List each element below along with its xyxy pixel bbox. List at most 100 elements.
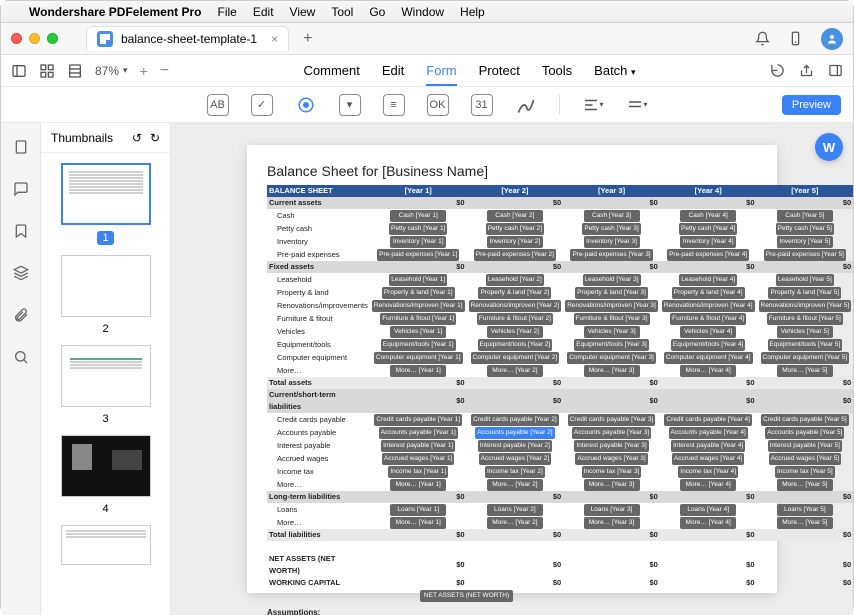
form-field[interactable]: Property & land [Year 1] [382, 287, 455, 299]
date-tool[interactable]: 31 [471, 94, 493, 116]
form-field[interactable]: More… [Year 5] [777, 365, 833, 377]
form-field[interactable]: Accrued wages [Year 1] [382, 453, 454, 465]
form-field[interactable]: Cash [Year 3] [584, 210, 640, 222]
form-field[interactable]: Income tax [Year 1] [388, 466, 448, 478]
thumbnail-page-5[interactable] [61, 525, 151, 565]
form-field[interactable]: Renovations/improven [Year 1] [372, 300, 465, 312]
form-field[interactable]: Petty cash [Year 1] [389, 223, 447, 235]
form-field[interactable]: Furniture & fitout [Year 3] [574, 313, 650, 325]
form-field[interactable]: Interest payable [Year 3] [574, 440, 648, 452]
grid-view-icon[interactable] [39, 63, 55, 79]
form-field[interactable]: Furniture & fitout [Year 1] [380, 313, 456, 325]
tab-edit[interactable]: Edit [382, 63, 404, 78]
rail-bookmark-icon[interactable] [11, 221, 31, 241]
form-field[interactable]: Accrued wages [Year 4] [672, 453, 744, 465]
form-field[interactable]: Equipment/tools [Year 4] [671, 339, 746, 351]
form-field[interactable]: Pre-paid expenses [Year 3] [570, 249, 652, 261]
form-field[interactable]: Loans [Year 4] [680, 504, 736, 516]
form-field[interactable]: More… [Year 2] [487, 365, 543, 377]
thumbnail-page-2[interactable] [61, 255, 151, 317]
form-field[interactable]: Accrued wages [Year 3] [575, 453, 647, 465]
form-field[interactable]: Credit cards payable [Year 2] [471, 414, 559, 426]
form-field[interactable]: Income tax [Year 5] [775, 466, 835, 478]
form-field[interactable]: Petty cash [Year 3] [582, 223, 640, 235]
dropdown-tool[interactable]: ▾ [339, 94, 361, 116]
maximize-window[interactable] [47, 33, 58, 44]
form-field[interactable]: Inventory [Year 2] [487, 236, 543, 248]
form-field[interactable]: More… [Year 4] [680, 517, 736, 529]
menu-window[interactable]: Window [401, 5, 444, 19]
form-field[interactable]: Interest payable [Year 5] [768, 440, 842, 452]
rail-layers-icon[interactable] [11, 263, 31, 283]
panel-icon[interactable] [828, 63, 843, 78]
form-field[interactable]: Petty cash [Year 4] [679, 223, 737, 235]
new-tab-button[interactable]: + [297, 30, 318, 48]
form-field[interactable]: Income tax [Year 3] [582, 466, 642, 478]
signature-tool[interactable] [515, 94, 537, 116]
form-field[interactable]: Vehicles [Year 2] [487, 326, 543, 338]
align-tool[interactable]: ▾ [582, 94, 604, 116]
form-field[interactable]: Pre-paid expenses [Year 4] [667, 249, 749, 261]
form-field[interactable]: More… [Year 2] [487, 479, 543, 491]
form-field[interactable]: Renovations/improven [Year 5] [759, 300, 852, 312]
form-field[interactable]: Pre-paid expenses [Year 2] [474, 249, 556, 261]
checkbox-tool[interactable]: ✓ [251, 94, 273, 116]
form-field[interactable]: More… [Year 4] [680, 479, 736, 491]
tab-tools[interactable]: Tools [542, 63, 572, 78]
form-field[interactable]: Property & land [Year 5] [768, 287, 841, 299]
rotate-right-icon[interactable]: ↻ [150, 131, 160, 145]
form-field[interactable]: Leasehold [Year 4] [679, 274, 737, 286]
document-canvas[interactable]: W Balance Sheet for [Business Name] BALA… [171, 123, 853, 615]
form-field[interactable]: Computer equipment [Year 5] [761, 352, 850, 364]
tab-protect[interactable]: Protect [479, 63, 520, 78]
form-field[interactable]: Renovations/improven [Year 4] [662, 300, 755, 312]
form-field[interactable]: More… [Year 1] [390, 517, 446, 529]
word-export-button[interactable]: W [815, 133, 843, 161]
form-field[interactable]: Leasehold [Year 3] [583, 274, 641, 286]
form-field[interactable]: Leasehold [Year 1] [389, 274, 447, 286]
tab-form[interactable]: Form [426, 63, 456, 86]
net-assets-field[interactable]: NET ASSETS (NET WORTH) [420, 590, 513, 602]
form-field[interactable]: More… [Year 2] [487, 517, 543, 529]
zoom-control[interactable]: 87% ▾ [95, 64, 128, 78]
form-field[interactable]: Accounts payable [Year 2] [475, 427, 554, 439]
form-field[interactable]: More… [Year 1] [390, 365, 446, 377]
text-field-tool[interactable]: AB [207, 94, 229, 116]
form-field[interactable]: Equipment/tools [Year 1] [381, 339, 456, 351]
form-field[interactable]: Computer equipment [Year 1] [374, 352, 463, 364]
form-field[interactable]: Furniture & fitout [Year 2] [477, 313, 553, 325]
form-field[interactable]: Renovations/improven [Year 2] [469, 300, 562, 312]
form-field[interactable]: Credit cards payable [Year 4] [664, 414, 752, 426]
form-field[interactable]: Petty cash [Year 2] [486, 223, 544, 235]
form-field[interactable]: Pre-paid expenses [Year 5] [764, 249, 846, 261]
form-field[interactable]: Equipment/tools [Year 2] [478, 339, 553, 351]
form-field[interactable]: Property & land [Year 2] [478, 287, 551, 299]
form-field[interactable]: Accounts payable [Year 5] [765, 427, 844, 439]
form-field[interactable]: Vehicles [Year 3] [584, 326, 640, 338]
rotate-left-icon[interactable]: ↺ [132, 131, 142, 145]
form-field[interactable]: Pre-paid expenses [Year 1] [377, 249, 459, 261]
form-field[interactable]: Income tax [Year 4] [678, 466, 738, 478]
form-field[interactable]: Loans [Year 2] [487, 504, 543, 516]
form-field[interactable]: Furniture & fitout [Year 5] [767, 313, 843, 325]
form-field[interactable]: Loans [Year 3] [584, 504, 640, 516]
share-icon[interactable] [799, 63, 814, 78]
rail-search-icon[interactable] [11, 347, 31, 367]
form-field[interactable]: More… [Year 5] [777, 517, 833, 529]
form-field[interactable]: Furniture & fitout [Year 4] [670, 313, 746, 325]
form-field[interactable]: Vehicles [Year 1] [390, 326, 446, 338]
form-field[interactable]: Inventory [Year 1] [390, 236, 446, 248]
form-field[interactable]: Leasehold [Year 2] [486, 274, 544, 286]
thumbnail-page-4[interactable] [61, 435, 151, 497]
form-field[interactable]: Interest payable [Year 2] [478, 440, 552, 452]
form-field[interactable]: Cash [Year 5] [777, 210, 833, 222]
form-field[interactable]: Cash [Year 1] [390, 210, 446, 222]
form-field[interactable]: Credit cards payable [Year 5] [761, 414, 849, 426]
form-field[interactable]: More… [Year 3] [584, 365, 640, 377]
undo-icon[interactable] [770, 63, 785, 78]
zoom-out-button[interactable]: − [160, 62, 169, 80]
rail-comment-icon[interactable] [11, 179, 31, 199]
zoom-in-button[interactable]: + [140, 63, 148, 79]
list-tool[interactable]: ≡ [383, 94, 405, 116]
app-name[interactable]: Wondershare PDFelement Pro [29, 5, 202, 19]
